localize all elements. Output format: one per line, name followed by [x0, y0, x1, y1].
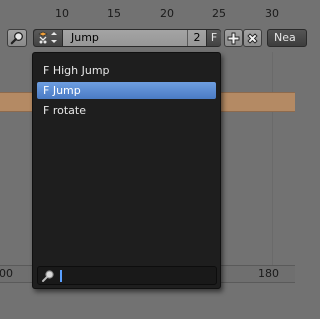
near-dropdown[interactable]: Nea	[267, 29, 307, 47]
popup-search-field[interactable]	[37, 266, 217, 285]
browse-action-button[interactable]	[34, 30, 63, 46]
ruler-tick: 15	[107, 7, 121, 20]
action-selector[interactable]: Jump 2 F	[33, 29, 221, 47]
magnifier-icon	[10, 32, 23, 45]
ruler-tick: 30	[265, 7, 279, 20]
fake-user-toggle[interactable]: F	[206, 30, 221, 46]
users-count[interactable]: 2	[187, 30, 206, 46]
ruler-tick: 20	[160, 7, 174, 20]
popup-item-rotate[interactable]: F rotate	[37, 102, 216, 119]
action-icon	[38, 31, 57, 44]
text-cursor	[60, 270, 62, 282]
ruler-tick: 180	[258, 267, 279, 280]
ruler-tick: 10	[55, 7, 69, 20]
popup-item-jump[interactable]: F Jump	[37, 82, 216, 99]
ruler-tick: 25	[212, 7, 226, 20]
new-action-button[interactable]	[224, 29, 243, 47]
search-button[interactable]	[7, 29, 27, 47]
frame-ruler[interactable]: 10 15 20 25 30	[0, 0, 295, 23]
search-icon	[42, 270, 54, 282]
x-icon	[247, 32, 258, 44]
action-name-field[interactable]: Jump	[63, 30, 187, 46]
plus-icon	[227, 32, 240, 44]
popup-item-high-jump[interactable]: F High Jump	[37, 62, 216, 79]
action-browse-popup: F High Jump F Jump F rotate	[32, 52, 221, 289]
ruler-tick: 00	[0, 267, 13, 280]
popup-search-input[interactable]	[64, 268, 214, 283]
unlink-action-button[interactable]	[243, 29, 262, 47]
